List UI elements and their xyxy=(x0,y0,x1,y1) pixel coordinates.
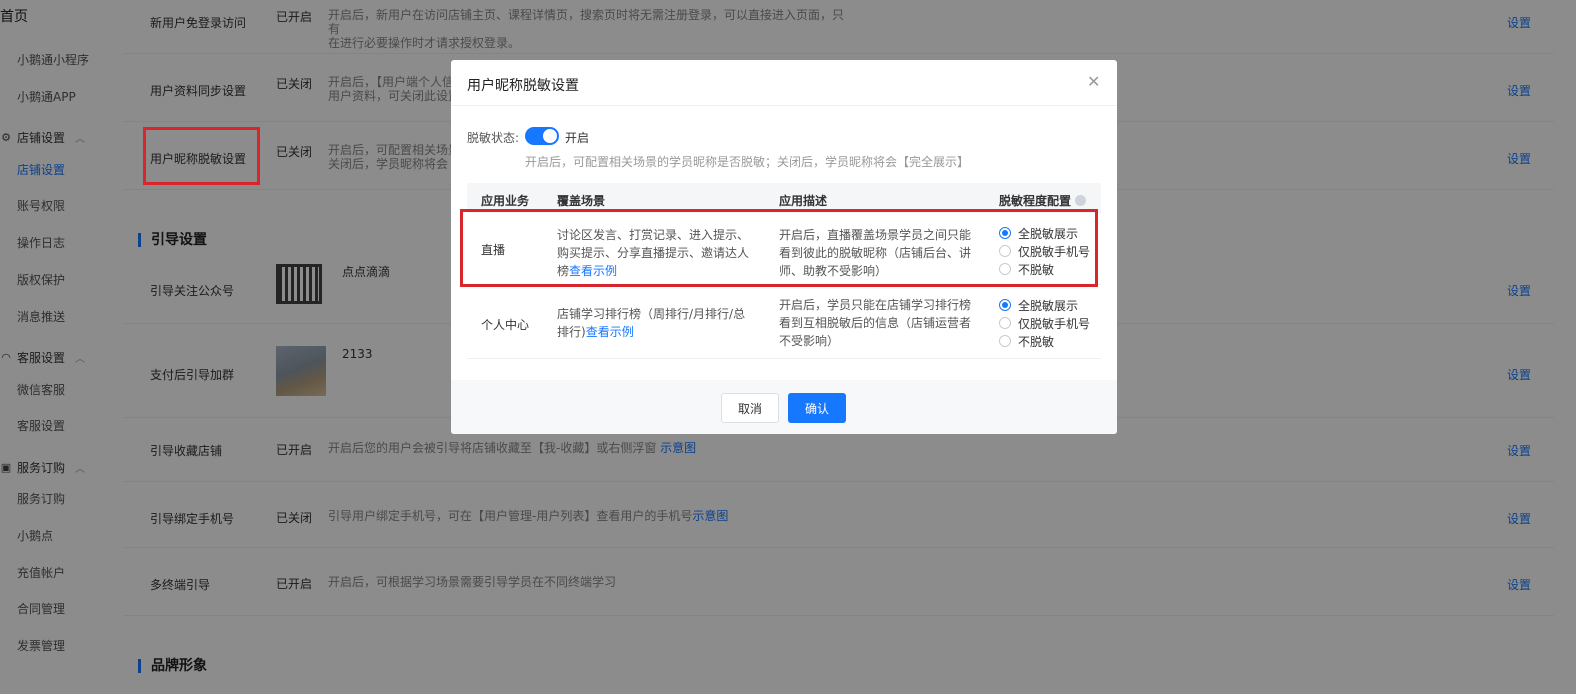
radio-phone-only[interactable]: 仅脱敏手机号 xyxy=(999,314,1090,332)
scene-cell: 店铺学习排行榜（周排行/月排行/总排行)查看示例 xyxy=(557,305,757,341)
radio-dot xyxy=(999,335,1011,347)
dialog-title: 用户昵称脱敏设置 xyxy=(467,78,579,94)
radio-dot xyxy=(999,317,1011,329)
status-hint: 开启后，可配置相关场景的学员昵称是否脱敏；关闭后，学员昵称将会【完全展示】 xyxy=(525,155,970,169)
column-header: 覆盖场景 xyxy=(557,194,606,208)
dialog-footer: 取消 确认 xyxy=(451,380,1117,434)
view-example-link[interactable]: 查看示例 xyxy=(586,325,634,339)
column-header: 应用业务 xyxy=(481,194,530,208)
close-icon[interactable]: ✕ xyxy=(1087,72,1100,91)
radio-label: 全脱敏展示 xyxy=(1018,298,1079,313)
desensitize-level-radio-group: 全脱敏展示 仅脱敏手机号 不脱敏 xyxy=(999,296,1090,350)
column-header: 应用描述 xyxy=(779,194,828,208)
status-label: 脱敏状态: xyxy=(467,131,520,145)
column-header: 脱敏程度配置 xyxy=(999,192,1087,209)
annotation-highlight-box xyxy=(460,209,1098,287)
description-cell: 开启后，学员只能在店铺学习排行榜看到互相脱敏后的信息（店铺运营者不受影响） xyxy=(779,298,972,348)
toggle-knob xyxy=(543,129,557,143)
radio-no-desensitize[interactable]: 不脱敏 xyxy=(999,332,1090,350)
radio-label: 仅脱敏手机号 xyxy=(1018,316,1091,331)
annotation-highlight-box xyxy=(143,127,260,185)
radio-dot xyxy=(999,299,1011,311)
radio-full-desensitize[interactable]: 全脱敏展示 xyxy=(999,296,1090,314)
toggle-state-label: 开启 xyxy=(565,131,590,145)
info-icon[interactable] xyxy=(1075,195,1087,206)
table-row: 个人中心 店铺学习排行榜（周排行/月排行/总排行)查看示例 开启后，学员只能在店… xyxy=(467,285,1101,359)
confirm-button[interactable]: 确认 xyxy=(788,393,846,423)
cancel-button[interactable]: 取消 xyxy=(721,393,779,423)
radio-label: 不脱敏 xyxy=(1018,334,1055,349)
dialog-header: 用户昵称脱敏设置 ✕ xyxy=(451,60,1117,106)
column-header-label: 脱敏程度配置 xyxy=(999,194,1072,208)
business-cell: 个人中心 xyxy=(481,318,530,332)
desensitize-toggle[interactable] xyxy=(525,127,559,145)
